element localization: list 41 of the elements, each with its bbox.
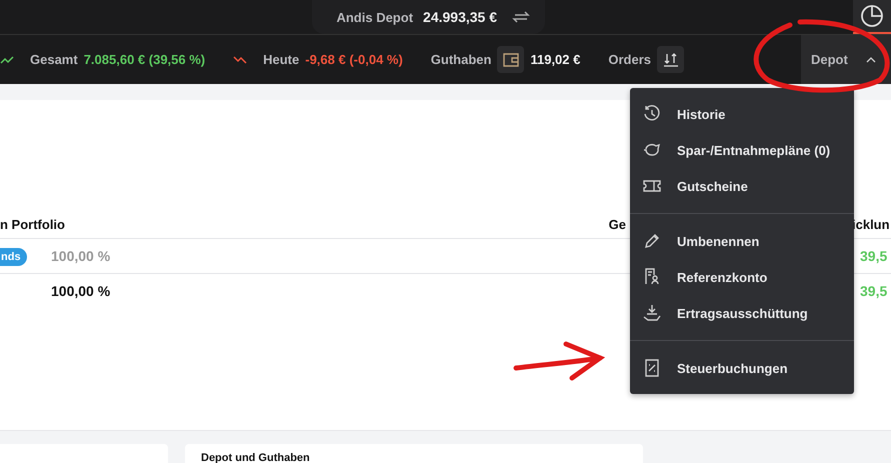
depot-dropdown-button[interactable]: Depot xyxy=(801,35,891,84)
orders-button[interactable] xyxy=(657,46,684,73)
stat-label: Guthaben xyxy=(430,52,492,67)
sort-arrows-icon xyxy=(662,52,678,68)
trend-down-icon xyxy=(233,56,248,64)
stat-label: Gesamt xyxy=(30,52,78,67)
menu-item[interactable]: Steuerbuchungen xyxy=(630,350,854,386)
column-header: Ge xyxy=(608,216,626,232)
account-name: Andis Depot xyxy=(336,10,414,24)
menu-item[interactable]: Historie xyxy=(630,96,854,132)
hand-download-icon xyxy=(643,304,661,322)
percent-document-icon xyxy=(643,359,661,377)
portfolio-tab[interactable] xyxy=(853,0,891,34)
card-title: Depot und Guthaben xyxy=(201,452,310,463)
person-document-icon xyxy=(643,268,661,286)
swap-icon[interactable] xyxy=(511,10,531,24)
wallet-icon xyxy=(502,52,519,66)
table-cell: 100,00 % xyxy=(51,248,110,264)
menu-item[interactable]: Umbenennen xyxy=(630,223,854,259)
pencil-icon xyxy=(643,232,661,250)
stat-value: 7.085,60 € (39,56 %) xyxy=(84,52,206,67)
column-header: n Portfolio xyxy=(0,216,65,232)
history-icon xyxy=(643,105,661,123)
trend-up-icon xyxy=(0,56,14,64)
category-tag: nds xyxy=(0,248,27,266)
stat-label: Orders xyxy=(608,52,651,67)
chevron-icon xyxy=(866,56,876,62)
menu-item[interactable]: Spar-/Entnahmepläne (0) xyxy=(630,132,854,168)
table-cell-text: 39,5 xyxy=(860,283,888,299)
table-cell-text: 39,5 xyxy=(860,248,888,264)
balance-value: 119,02 € xyxy=(530,52,580,67)
stat-label: Heute xyxy=(263,52,300,67)
table-cell: 100,00 % xyxy=(51,283,110,299)
wallet-button[interactable] xyxy=(497,46,524,73)
menu-item[interactable]: Ertragsausschüttung xyxy=(630,295,854,331)
menu-item[interactable]: Referenzkonto xyxy=(630,259,854,295)
stat-value: -9,68 € (-0,04 %) xyxy=(305,52,403,67)
menu-item[interactable]: Gutscheine xyxy=(630,168,854,204)
account-balance: 24.993,35 € xyxy=(423,9,497,25)
pie-chart-icon xyxy=(860,4,884,28)
account-switcher[interactable]: Andis Depot 24.993,35 € xyxy=(312,0,545,34)
